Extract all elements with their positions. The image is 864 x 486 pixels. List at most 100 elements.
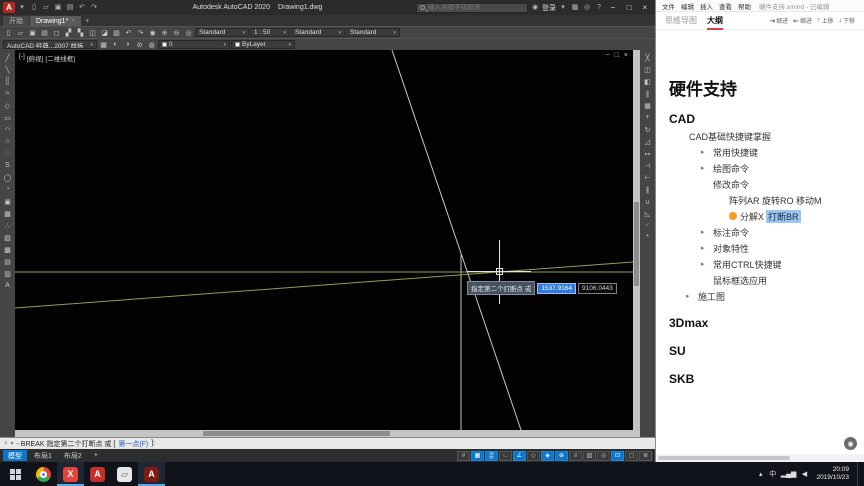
undo-icon[interactable]: ↶	[123, 28, 134, 38]
offset-icon[interactable]: ∥	[642, 88, 654, 99]
publish-icon[interactable]: ▞	[63, 28, 74, 38]
hatch-icon[interactable]: ▨	[2, 232, 14, 243]
help-search-box[interactable]	[416, 2, 528, 13]
tab-start[interactable]: 开始	[3, 16, 29, 26]
layout1-tab[interactable]: 布局1	[29, 450, 57, 461]
mirror-icon[interactable]: ◧	[642, 76, 654, 87]
polar-tracking-toggle[interactable]: ∠	[513, 450, 526, 461]
viewport-control[interactable]: [俯视]	[27, 53, 44, 63]
zoom-in-icon[interactable]: ⊕	[159, 28, 170, 38]
apps-icon[interactable]: ▦	[570, 2, 580, 13]
isodraft-toggle[interactable]: ◇	[527, 450, 540, 461]
tab-drawing1[interactable]: Drawing1* ×	[30, 16, 81, 26]
outline-item-dimension-commands[interactable]: ▸ 标注命令	[656, 224, 864, 240]
zoom-out-icon[interactable]: ⊖	[171, 28, 182, 38]
outline-root-title[interactable]: 硬件支持	[669, 80, 864, 100]
infer-constraints-toggle[interactable]: #	[457, 450, 470, 461]
minimize-icon[interactable]: −	[606, 3, 620, 12]
transparency-toggle[interactable]: ▨	[583, 450, 596, 461]
floating-action-button[interactable]: ◉	[844, 437, 857, 450]
dynamic-input-x-field[interactable]: 1537.9164	[537, 282, 577, 294]
plot-preview-icon[interactable]: ◻	[51, 28, 62, 38]
explode-icon[interactable]: *	[642, 232, 654, 243]
network-icon[interactable]: ▂▄▆	[781, 470, 797, 478]
outline-item-su[interactable]: SU	[656, 342, 864, 360]
extend-icon[interactable]: ⊢	[642, 172, 654, 183]
user-icon[interactable]: ◉	[530, 2, 540, 13]
expand-arrow-icon[interactable]: ▸	[701, 164, 713, 172]
layer-combo[interactable]: 0 ▾	[158, 40, 230, 49]
gradient-icon[interactable]: ▩	[2, 244, 14, 255]
layout2-tab[interactable]: 布局2	[59, 450, 87, 461]
search-input[interactable]	[428, 4, 524, 11]
table-icon[interactable]: ▥	[2, 268, 14, 279]
indent-button[interactable]: ⇥ 缩进	[769, 16, 788, 26]
horizontal-scrollbar[interactable]	[15, 430, 640, 437]
command-option-first-point[interactable]: 第一点(F)	[118, 439, 148, 449]
drawing-canvas[interactable]: [-] [俯视] [二维线框] − □ × 指定第二个打断点 或 1537.9164 9…	[15, 50, 633, 430]
expand-arrow-icon[interactable]: ▸	[701, 244, 713, 252]
outline-item-draw-commands[interactable]: ▸ 绘图命令	[656, 160, 864, 176]
copy-clip-icon[interactable]: ◫	[87, 28, 98, 38]
autocad-logo[interactable]: A	[3, 2, 15, 13]
open-icon[interactable]: ▱	[15, 28, 26, 38]
start-button[interactable]	[0, 462, 30, 486]
circle-icon[interactable]: ○	[2, 136, 14, 147]
scale-icon[interactable]: ◿	[642, 136, 654, 147]
menu-item[interactable]: 帮助	[738, 1, 751, 11]
new-tab-button[interactable]: +	[82, 16, 93, 26]
clean-screen-toggle[interactable]: ▢	[625, 450, 638, 461]
save-icon[interactable]: ▣	[53, 2, 63, 13]
command-line[interactable]: × ▾ - BREAK 指定第二个打断点 或 [ 第一点(F) ]:	[0, 437, 655, 449]
outline-item-cad-basics[interactable]: CAD基础快捷键掌握	[656, 128, 864, 144]
notifications-icon[interactable]: ◎	[582, 2, 592, 13]
move-down-button[interactable]: ↓ 下移	[838, 16, 855, 25]
chamfer-icon[interactable]: ◺	[642, 208, 654, 219]
scale-combo[interactable]: 1 : 50 ▾	[250, 28, 290, 37]
tab-close-icon[interactable]: ×	[71, 18, 75, 24]
horizontal-scrollbar-thumb[interactable]	[202, 431, 390, 436]
make-block-icon[interactable]: ▦	[2, 208, 14, 219]
outline-item-common-shortcuts[interactable]: ▸ 常用快捷键	[656, 144, 864, 160]
save-icon[interactable]: ▣	[27, 28, 38, 38]
help-icon[interactable]: ?	[594, 2, 604, 13]
signin-button[interactable]: 登录	[542, 3, 556, 13]
stretch-icon[interactable]: ↦	[642, 148, 654, 159]
layer-freeze-icon[interactable]: ⊘	[134, 40, 145, 50]
dynamic-input-y-field[interactable]: 9106.0443	[578, 282, 617, 294]
spline-icon[interactable]: S	[2, 160, 14, 171]
menu-item[interactable]: 插入	[700, 1, 713, 11]
revision-cloud-icon[interactable]: ◌	[2, 148, 14, 159]
polygon-icon[interactable]: ◇	[2, 100, 14, 111]
outline-item-object-properties[interactable]: ▸ 对象特性	[656, 240, 864, 256]
outline-item-3dmax[interactable]: 3Dmax	[656, 314, 864, 332]
new-icon[interactable]: ▯	[3, 28, 14, 38]
object-snap-toggle[interactable]: ◈	[541, 450, 554, 461]
break-icon[interactable]: ∦	[642, 184, 654, 195]
ortho-toggle[interactable]: ∟	[499, 450, 512, 461]
arc-icon[interactable]: ◠	[2, 124, 14, 135]
selection-cycling-toggle[interactable]: ◎	[597, 450, 610, 461]
pan-icon[interactable]: ◉	[147, 28, 158, 38]
show-desktop-button[interactable]	[857, 462, 862, 486]
file-explorer-icon[interactable]: ▱	[111, 462, 138, 486]
layer-lock-icon[interactable]: ◍	[146, 40, 157, 50]
tray-expand-icon[interactable]: ▴	[757, 470, 765, 478]
ime-indicator[interactable]: 中	[769, 469, 777, 479]
outline-item-modify-commands[interactable]: 修改命令	[656, 176, 864, 192]
fillet-icon[interactable]: ◜	[642, 220, 654, 231]
dynamic-input-toggle[interactable]: ⊡	[611, 450, 624, 461]
viewport-control[interactable]: [二维线框]	[45, 53, 75, 63]
drawing-restore-icon[interactable]: □	[615, 52, 619, 59]
multiline-text-icon[interactable]: A	[2, 280, 14, 291]
outline-item-skb[interactable]: SKB	[656, 370, 864, 388]
point-icon[interactable]: ∴	[2, 220, 14, 231]
copy-icon[interactable]: ◫	[642, 64, 654, 75]
drawing-close-icon[interactable]: ×	[624, 52, 628, 59]
join-icon[interactable]: ∪	[642, 196, 654, 207]
command-close-icon[interactable]: ×	[4, 441, 8, 447]
polyline-icon[interactable]: ≈	[2, 88, 14, 99]
array-icon[interactable]: ▦	[642, 100, 654, 111]
multiline-icon[interactable]: ║	[2, 76, 14, 87]
viewport-control[interactable]: [-]	[19, 53, 25, 63]
